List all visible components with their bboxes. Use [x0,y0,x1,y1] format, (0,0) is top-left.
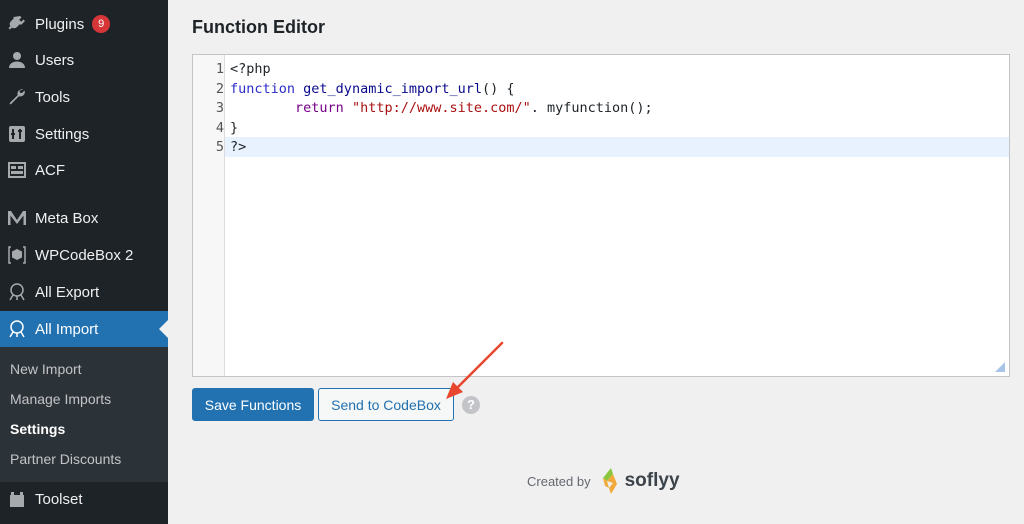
sidebar-item-label: Tools [35,88,71,106]
all-export-icon [4,279,30,305]
sidebar-item-tools[interactable]: Tools [0,79,168,115]
sidebar-item-meta-box[interactable]: Meta Box [0,200,168,236]
sidebar-item-label: Toolset [35,490,83,508]
sidebar-item-label: ACF [35,161,65,179]
brand-name: soflyy [624,470,680,491]
submenu-item-settings[interactable]: Settings [10,421,65,437]
users-icon [4,47,30,73]
line-number: 1 [215,61,224,77]
line-number: 4 [215,120,224,136]
sidebar-item-label: Settings [35,125,90,143]
active-menu-indicator [159,320,168,338]
sidebar-item-users[interactable]: Users [0,42,168,78]
code-line-4: } [230,120,239,136]
help-icon[interactable]: ? [462,396,480,414]
all-import-submenu: New Import Manage Imports Settings Partn… [0,347,168,482]
sidebar-item-all-import[interactable]: All Import [0,311,168,347]
code-line-5: ?> [230,139,247,155]
line-number: 2 [215,81,224,97]
wrench-icon [4,84,30,110]
sidebar-item-label: Plugins [35,16,85,33]
code-line-1: <?php [230,61,271,77]
acf-icon [4,157,30,183]
save-functions-button[interactable]: Save Functions [192,388,314,421]
sidebar-item-label: All Import [35,320,99,338]
page-title: Function Editor [192,17,325,37]
code-area[interactable]: <?php function get_dynamic_import_url() … [226,55,1009,376]
submenu-item-manage-imports[interactable]: Manage Imports [10,391,111,407]
update-count-badge: 9 [92,15,111,33]
codebox-icon [4,242,30,268]
send-to-codebox-button[interactable]: Send to CodeBox [318,388,454,421]
toolset-icon [4,486,30,512]
code-line-2: function get_dynamic_import_url() { [230,81,515,97]
footer-credit: Created by soflyy [527,466,680,496]
sidebar-item-label: All Export [35,283,100,301]
resize-handle-icon[interactable] [995,362,1005,372]
plugin-icon [4,11,30,37]
line-number: 3 [215,100,224,116]
settings-icon [4,121,30,147]
all-import-icon [4,316,30,342]
sidebar-item-plugins[interactable]: Plugins 9 [0,6,168,42]
submenu-item-partner-discounts[interactable]: Partner Discounts [10,451,121,467]
metabox-logo-icon [4,205,30,231]
submenu-item-new-import[interactable]: New Import [10,361,82,377]
code-editor[interactable]: 1 2 3 4 5 <?php function get_dynamic_imp… [192,54,1010,377]
sidebar-item-label: WPCodeBox 2 [35,246,134,264]
sidebar-item-wpcodebox[interactable]: WPCodeBox 2 [0,237,168,273]
soflyy-logo-icon[interactable] [599,466,621,496]
admin-sidebar: Plugins 9 Users Tools Settings ACF Meta B… [0,0,168,524]
sidebar-item-label: Meta Box [35,209,99,227]
line-number: 5 [215,139,224,155]
sidebar-item-acf[interactable]: ACF [0,152,168,188]
code-line-3: return "http://www.site.com/". myfunctio… [295,100,653,116]
line-number-gutter: 1 2 3 4 5 [193,55,225,376]
sidebar-item-all-export[interactable]: All Export [0,274,168,310]
created-by-text: Created by [527,473,591,489]
sidebar-item-toolset[interactable]: Toolset [0,481,168,517]
sidebar-item-settings[interactable]: Settings [0,116,168,152]
sidebar-item-label: Users [35,51,75,69]
